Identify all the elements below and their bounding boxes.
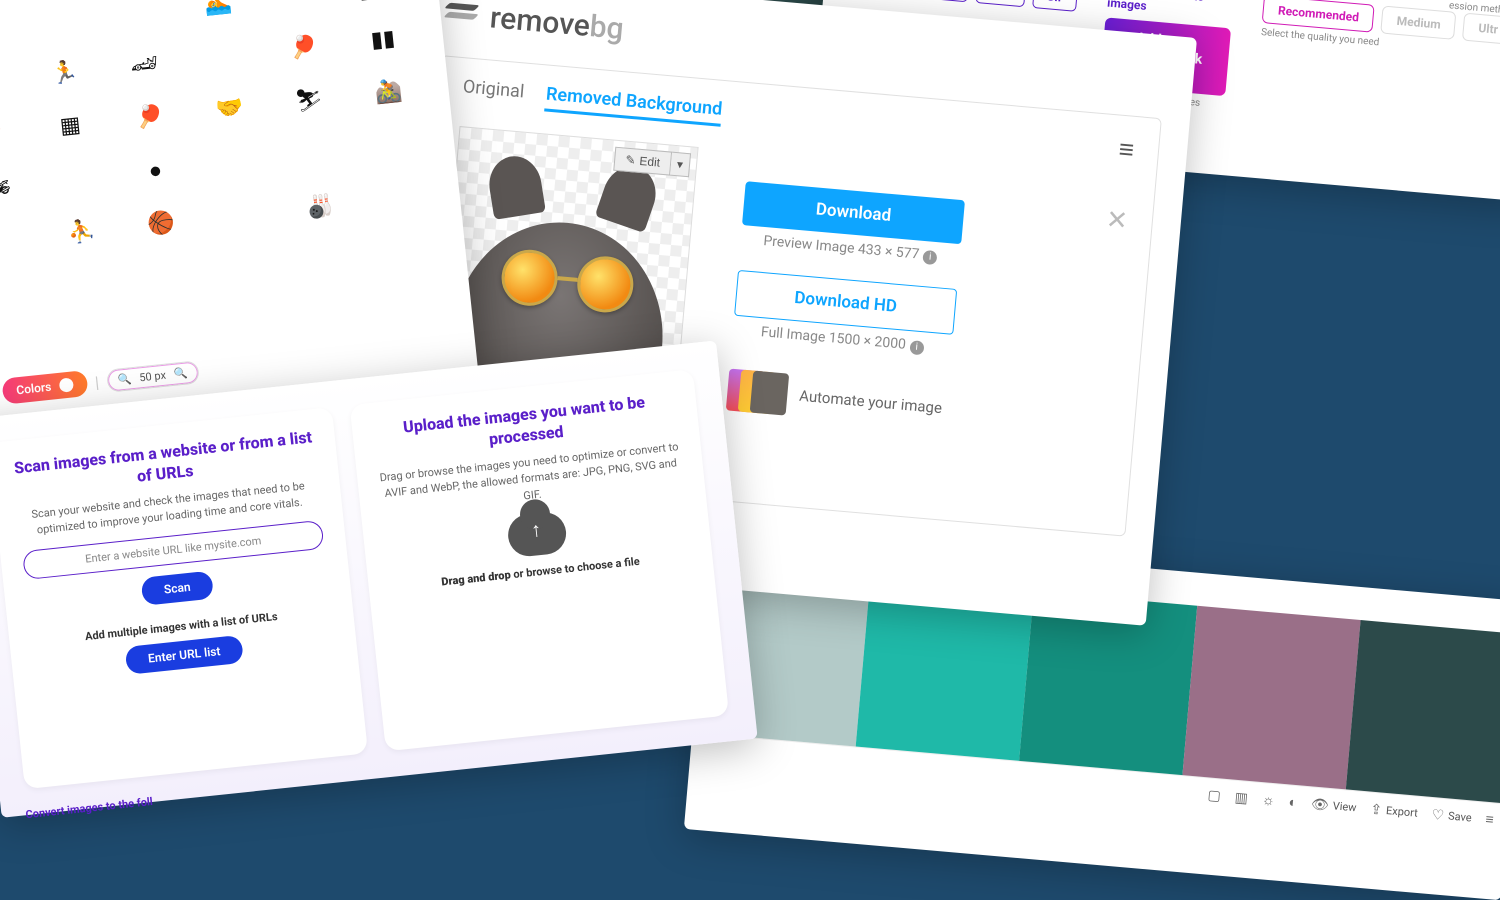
sport-icon[interactable]: 🤝 bbox=[193, 93, 265, 125]
sport-icon[interactable]: ● bbox=[119, 154, 191, 187]
contrast-icon[interactable]: ◐ bbox=[1288, 794, 1298, 812]
brush-icon: ✎ bbox=[625, 153, 636, 168]
menu-icon[interactable]: ≡ bbox=[1485, 811, 1495, 829]
upload-card: Upload the images you want to be process… bbox=[350, 369, 729, 751]
zoom-in-icon[interactable]: 🔍 bbox=[173, 366, 188, 380]
layout-icon[interactable]: ▥ bbox=[1234, 789, 1249, 806]
cards-panel: Scan images from a website or from a lis… bbox=[0, 341, 758, 818]
info-icon[interactable]: i bbox=[909, 340, 924, 355]
icon-grid-panel: p 🤼 🥊 ▮▮▮ 🏋 ◆ ◆ 🏊 ▂▂ 👕 🏃 🏎 🏓 ▮▮ 🏓 ▦ 🏓 🤝 … bbox=[0, 0, 478, 427]
sport-icon[interactable]: 👕 bbox=[0, 65, 21, 97]
format-png[interactable]: PNG bbox=[917, 0, 969, 2]
drag-drop-label: Drag and drop or browse to choose a file bbox=[390, 550, 691, 594]
quality-ultra[interactable]: Ultr bbox=[1462, 13, 1500, 45]
edit-dropdown[interactable]: ▾ bbox=[670, 152, 691, 178]
scan-card: Scan images from a website or from a lis… bbox=[0, 407, 368, 789]
sport-icon[interactable]: 🏊 bbox=[182, 0, 254, 20]
thumbnail-stack-icon bbox=[726, 368, 789, 415]
sport-icon[interactable]: ⛹ bbox=[45, 216, 117, 248]
sport-icon[interactable]: 🏍 bbox=[0, 171, 32, 204]
export-button[interactable]: ⇪Export bbox=[1370, 801, 1419, 821]
cloud-upload-icon[interactable] bbox=[506, 511, 568, 559]
quality-medium[interactable]: Medium bbox=[1381, 6, 1457, 40]
close-icon[interactable]: ✕ bbox=[1105, 205, 1129, 237]
edit-button[interactable]: ✎Edit bbox=[613, 147, 672, 176]
save-button[interactable]: ♡Save bbox=[1431, 807, 1472, 826]
icon-grid: 🤼 🥊 ▮▮▮ 🏋 ◆ ◆ 🏊 ▂▂ 👕 🏃 🏎 🏓 ▮▮ 🏓 ▦ 🏓 🤝 ⛷ … bbox=[0, 0, 442, 267]
automate-label[interactable]: Automate your image bbox=[799, 387, 943, 417]
watermark-label: Add watermark to images bbox=[1107, 0, 1235, 20]
hamburger-icon[interactable]: ≡ bbox=[1118, 134, 1136, 166]
sport-icon[interactable]: 🎳 bbox=[284, 191, 356, 223]
tab-original[interactable]: Original bbox=[461, 76, 525, 109]
layers-icon bbox=[445, 2, 481, 29]
sport-icon[interactable]: 🏎 bbox=[108, 49, 180, 81]
sport-icon[interactable]: 🏓 bbox=[267, 32, 339, 64]
format-gif[interactable]: GIF bbox=[1032, 0, 1078, 12]
sun-icon[interactable]: ☼ bbox=[1261, 791, 1275, 809]
tab-removed-background[interactable]: Removed Background bbox=[545, 84, 723, 127]
zoom-out-icon[interactable]: 🔍 bbox=[117, 372, 132, 386]
sport-icon[interactable]: ▮▮ bbox=[347, 24, 419, 56]
camera-icon[interactable]: ▢ bbox=[1207, 787, 1222, 804]
convert-footer-partial: Convert images to the foll bbox=[25, 795, 153, 821]
sport-icon[interactable]: ▂▂ bbox=[341, 0, 413, 3]
format-svg[interactable]: SVG bbox=[975, 0, 1026, 7]
sport-icon[interactable]: ⛷ bbox=[273, 85, 345, 117]
sport-icon[interactable]: 🚵 bbox=[352, 76, 424, 108]
sport-icon[interactable]: 🏀 bbox=[125, 208, 197, 240]
info-icon[interactable]: i bbox=[923, 250, 938, 265]
colors-pill[interactable]: Colors bbox=[1, 370, 88, 405]
sport-icon[interactable]: 🏓 bbox=[114, 101, 186, 133]
sport-icon[interactable]: ▦ bbox=[34, 110, 106, 142]
zoom-control[interactable]: 🔍 50 px 🔍 bbox=[106, 360, 200, 392]
enter-url-list-button[interactable]: Enter URL list bbox=[125, 634, 244, 674]
view-button[interactable]: 👁View bbox=[1310, 796, 1357, 816]
sport-icon[interactable]: 🏓 bbox=[0, 118, 27, 150]
scan-button[interactable]: Scan bbox=[141, 570, 214, 605]
sport-icon[interactable]: ◆ bbox=[0, 13, 16, 45]
sport-icon[interactable]: 🏃 bbox=[29, 57, 101, 89]
